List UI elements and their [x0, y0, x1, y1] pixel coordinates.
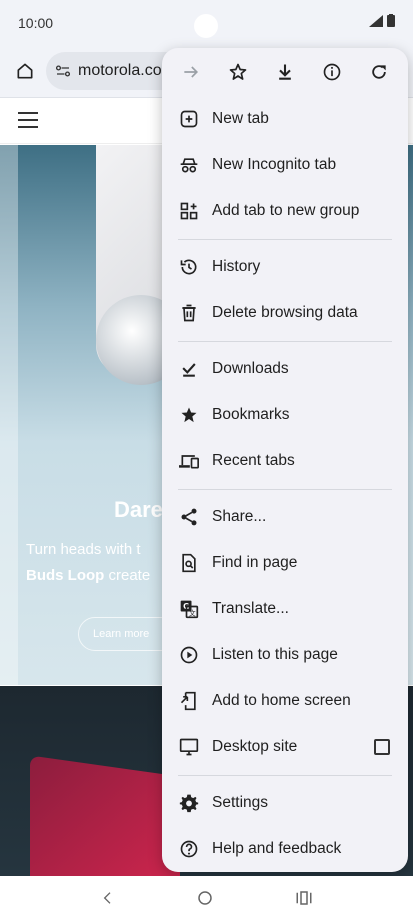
devices-icon — [178, 450, 200, 472]
hero-line-2-rest: create — [104, 567, 151, 584]
menu-item-label: Find in page — [212, 554, 298, 571]
hero-line-1: Turn heads with t — [26, 541, 141, 558]
desktop-site-checkbox[interactable] — [374, 739, 390, 755]
tab-group-icon — [178, 200, 200, 222]
menu-downloads[interactable]: Downloads — [162, 346, 408, 392]
site-settings-icon — [55, 65, 71, 77]
system-nav-bar — [0, 876, 413, 920]
menu-action-row — [162, 48, 408, 96]
download-done-icon — [178, 358, 200, 380]
incognito-icon — [178, 154, 200, 176]
menu-item-label: Bookmarks — [212, 406, 290, 423]
menu-divider — [178, 239, 392, 240]
menu-bookmarks[interactable]: Bookmarks — [162, 392, 408, 438]
add-to-home-icon — [178, 690, 200, 712]
trash-icon — [178, 302, 200, 324]
home-icon — [17, 63, 33, 79]
hero-title: Dare — [114, 497, 163, 522]
menu-item-label: Add tab to new group — [212, 202, 360, 219]
menu-history[interactable]: History — [162, 244, 408, 290]
svg-text:文: 文 — [189, 608, 196, 617]
menu-share[interactable]: Share... — [162, 494, 408, 540]
info-icon — [323, 63, 341, 81]
menu-add-to-home-screen[interactable]: Add to home screen — [162, 678, 408, 724]
forward-button[interactable] — [173, 54, 209, 90]
download-page-button[interactable] — [267, 54, 303, 90]
hero-text: Turn heads with t Buds Loop create — [26, 537, 150, 589]
hamburger-menu-icon[interactable] — [18, 112, 38, 128]
gear-icon — [178, 792, 200, 814]
status-time: 10:00 — [18, 15, 54, 31]
desktop-icon — [178, 736, 200, 758]
refresh-icon — [371, 65, 386, 79]
menu-divider — [178, 775, 392, 776]
menu-new-tab[interactable]: New tab — [162, 96, 408, 142]
translate-icon: G文 — [178, 598, 200, 620]
menu-item-label: Add to home screen — [212, 692, 351, 709]
menu-item-label: Translate... — [212, 600, 289, 617]
arrow-forward-icon — [184, 66, 199, 78]
menu-item-label: Downloads — [212, 360, 289, 377]
page-info-button[interactable] — [314, 54, 350, 90]
menu-item-label: New Incognito tab — [212, 156, 337, 173]
menu-listen-to-page[interactable]: Listen to this page — [162, 632, 408, 678]
camera-cutout — [194, 14, 218, 38]
hero-line-2: Buds Loop create — [26, 563, 150, 589]
menu-help-and-feedback[interactable]: Help and feedback — [162, 826, 408, 872]
hero-product-name: Buds Loop — [26, 567, 105, 584]
recents-nav-icon[interactable] — [295, 890, 313, 906]
menu-find-in-page[interactable]: Find in page — [162, 540, 408, 586]
menu-desktop-site[interactable]: Desktop site — [162, 724, 408, 770]
menu-divider — [178, 489, 392, 490]
menu-item-label: New tab — [212, 110, 269, 127]
menu-item-label: Desktop site — [212, 738, 298, 755]
reload-button[interactable] — [361, 54, 397, 90]
status-bar: 10:00 — [0, 0, 413, 46]
menu-new-incognito-tab[interactable]: New Incognito tab — [162, 142, 408, 188]
battery-icon — [387, 14, 395, 27]
menu-item-label: Recent tabs — [212, 452, 295, 469]
star-filled-icon — [178, 404, 200, 426]
help-icon — [178, 838, 200, 860]
bookmark-button[interactable] — [220, 54, 256, 90]
overflow-menu: New tab New Incognito tab Add tab to new… — [162, 48, 408, 872]
menu-recent-tabs[interactable]: Recent tabs — [162, 438, 408, 484]
menu-item-label: History — [212, 258, 261, 275]
menu-item-label: Help and feedback — [212, 840, 342, 857]
menu-item-label: Settings — [212, 794, 269, 811]
plus-box-icon — [178, 108, 200, 130]
menu-item-label: Delete browsing data — [212, 304, 358, 321]
signal-icon — [369, 14, 383, 27]
home-nav-icon[interactable] — [196, 889, 214, 907]
promo-product-image — [30, 755, 180, 876]
history-icon — [178, 256, 200, 278]
menu-delete-browsing-data[interactable]: Delete browsing data — [162, 290, 408, 336]
menu-item-label: Listen to this page — [212, 646, 338, 663]
back-nav-icon[interactable] — [100, 890, 116, 906]
status-icons — [369, 14, 395, 27]
home-button[interactable] — [12, 58, 38, 84]
hero-edge — [0, 145, 18, 685]
menu-settings[interactable]: Settings — [162, 780, 408, 826]
play-circle-icon — [178, 644, 200, 666]
find-in-page-icon — [178, 552, 200, 574]
star-outline-icon — [229, 63, 247, 80]
download-icon — [279, 64, 291, 80]
menu-add-tab-to-group[interactable]: Add tab to new group — [162, 188, 408, 234]
menu-translate[interactable]: G文 Translate... — [162, 586, 408, 632]
url-text: motorola.com — [78, 62, 175, 79]
menu-item-label: Share... — [212, 508, 267, 525]
share-icon — [178, 506, 200, 528]
menu-divider — [178, 341, 392, 342]
